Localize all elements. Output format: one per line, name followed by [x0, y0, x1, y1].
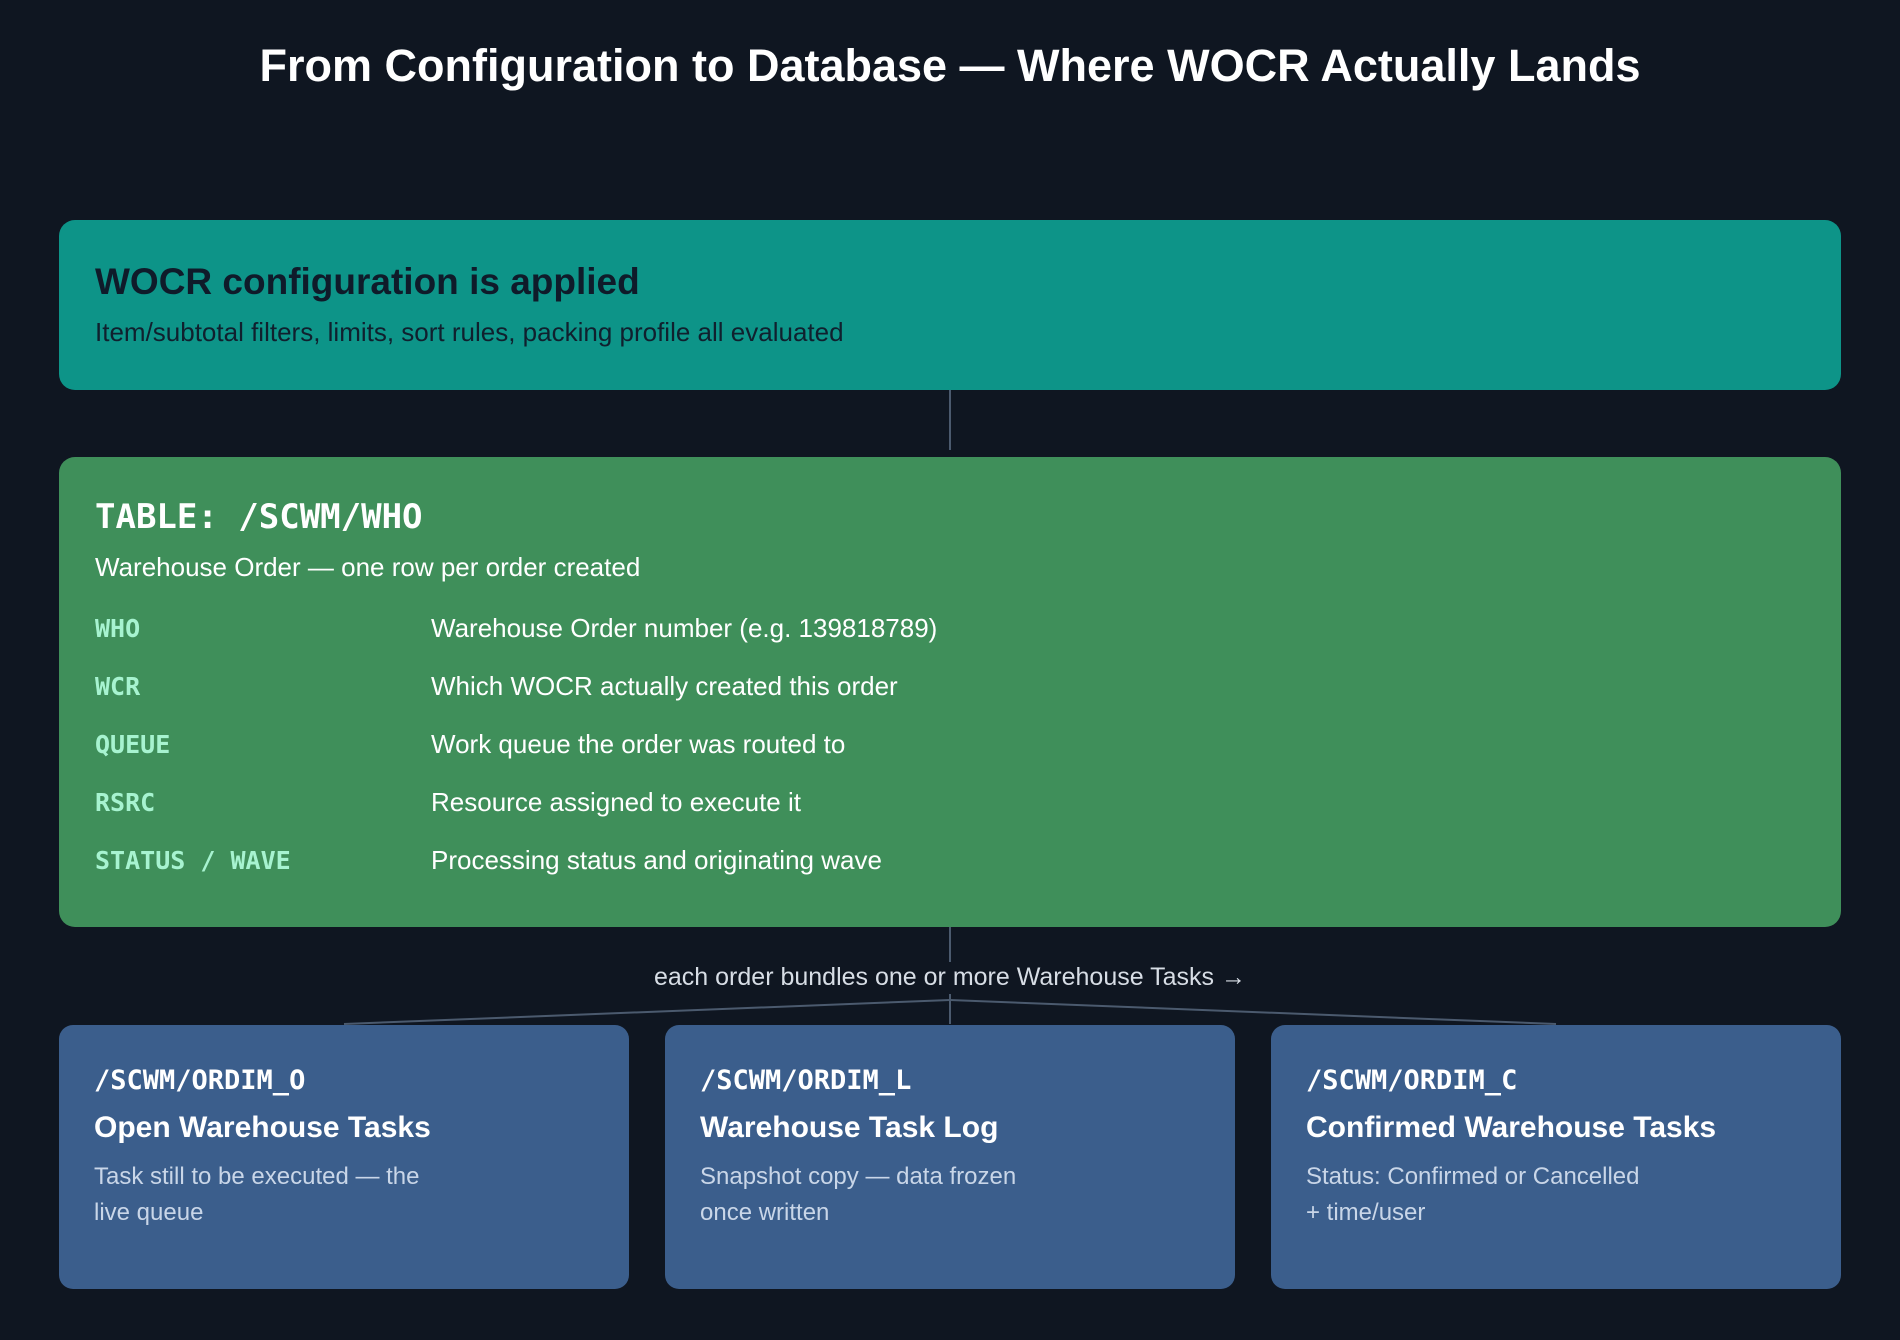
diagram-page: From Configuration to Database — Where W… — [0, 0, 1900, 1340]
task-table-name: Warehouse Task Log — [700, 1111, 999, 1144]
bundle-label: each order bundles one or more Warehouse… — [654, 963, 1246, 991]
field-row: WHO Warehouse Order number (e.g. 1398187… — [95, 599, 1805, 657]
task-box-confirmed: /SCWM/ORDIM_C Confirmed Warehouse Tasks … — [1271, 1025, 1841, 1289]
config-title: WOCR configuration is applied — [95, 261, 640, 302]
config-box: WOCR configuration is applied Item/subto… — [59, 220, 1841, 390]
task-box-log: /SCWM/ORDIM_L Warehouse Task Log Snapsho… — [665, 1025, 1235, 1289]
table-subtitle: Warehouse Order — one row per order crea… — [95, 552, 641, 582]
field-description: Resource assigned to execute it — [431, 786, 801, 817]
field-list: WHO Warehouse Order number (e.g. 1398187… — [95, 599, 1805, 889]
task-table-code: /SCWM/ORDIM_L — [700, 1065, 912, 1096]
field-description: Work queue the order was routed to — [431, 728, 846, 759]
task-table-name: Confirmed Warehouse Tasks — [1306, 1111, 1717, 1144]
table-title: TABLE: /SCWM/WHO — [95, 497, 423, 537]
field-name: WHO — [95, 613, 141, 643]
field-description: Which WOCR actually created this order — [431, 670, 898, 701]
task-table-description: Snapshot copy — data frozen once written — [700, 1163, 1017, 1226]
field-name: RSRC — [95, 787, 156, 817]
task-table-description: Task still to be executed — the live que… — [94, 1163, 420, 1226]
junction-to-task-open-connector — [343, 999, 951, 1025]
task-table-code: /SCWM/ORDIM_C — [1306, 1065, 1518, 1096]
field-name: QUEUE — [95, 729, 171, 759]
task-table-code: /SCWM/ORDIM_O — [94, 1065, 306, 1096]
task-table-description: Status: Confirmed or Cancelled + time/us… — [1306, 1163, 1640, 1226]
field-name: STATUS / WAVE — [95, 845, 291, 875]
field-row: RSRC Resource assigned to execute it — [95, 773, 1805, 831]
field-row: STATUS / WAVE Processing status and orig… — [95, 831, 1805, 889]
field-description: Processing status and originating wave — [431, 844, 882, 875]
task-table-name: Open Warehouse Tasks — [94, 1111, 431, 1144]
diagram-title: From Configuration to Database — Where W… — [259, 40, 1641, 91]
table-box: TABLE: /SCWM/WHO Warehouse Order — one r… — [59, 457, 1841, 927]
field-name: WCR — [95, 671, 141, 701]
task-box-open: /SCWM/ORDIM_O Open Warehouse Tasks Task … — [59, 1025, 629, 1289]
junction-to-task-confirmed-connector — [949, 999, 1557, 1025]
field-row: QUEUE Work queue the order was routed to — [95, 715, 1805, 773]
field-row: WCR Which WOCR actually created this ord… — [95, 657, 1805, 715]
config-subtitle: Item/subtotal filters, limits, sort rule… — [95, 317, 844, 347]
field-description: Warehouse Order number (e.g. 139818789) — [431, 612, 938, 643]
